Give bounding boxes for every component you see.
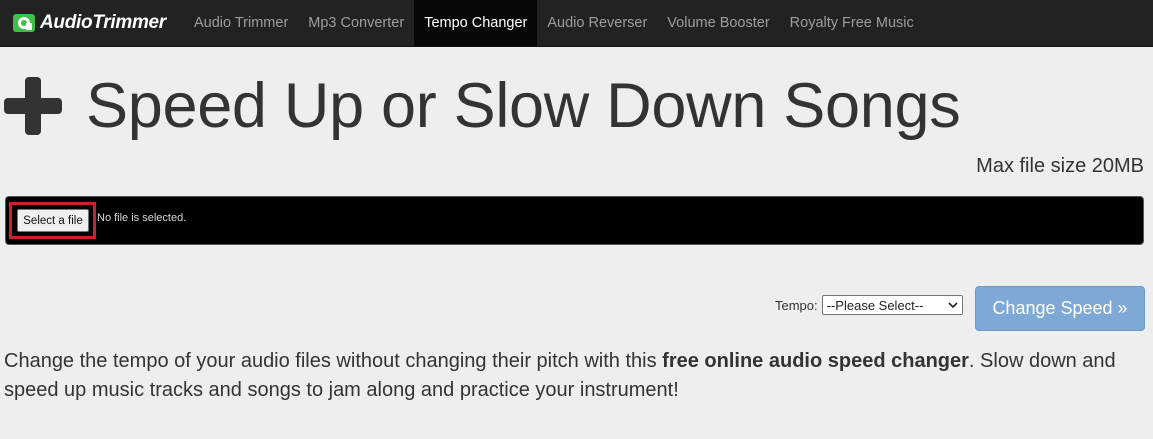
page-header: Speed Up or Slow Down Songs (4, 68, 961, 144)
nav-audio-reverser[interactable]: Audio Reverser (537, 0, 657, 46)
brand-name: AudioTrimmer (40, 12, 166, 33)
top-navbar: AudioTrimmer Audio Trimmer Mp3 Converter… (0, 0, 1153, 47)
chevron-down-icon (948, 302, 958, 309)
description-bold: free online audio speed changer (662, 350, 969, 372)
tempo-control: Tempo: --Please Select-- (775, 295, 963, 315)
tempo-label: Tempo: (775, 297, 818, 313)
nav-mp3-converter[interactable]: Mp3 Converter (298, 0, 414, 46)
file-upload-area[interactable]: Select a file No file is selected. (5, 196, 1144, 245)
change-speed-button[interactable]: Change Speed » (975, 286, 1145, 331)
description-text-1: Change the tempo of your audio files wit… (4, 350, 663, 372)
page-title: Speed Up or Slow Down Songs (86, 71, 961, 141)
file-status-text: No file is selected. (97, 212, 187, 224)
nav-volume-booster[interactable]: Volume Booster (657, 0, 779, 46)
nav-tempo-changer[interactable]: Tempo Changer (414, 0, 538, 46)
page-description: Change the tempo of your audio files wit… (4, 347, 1144, 405)
max-file-size-note: Max file size 20MB (976, 155, 1144, 177)
audio-wave-icon (12, 11, 36, 35)
brand-logo-link[interactable]: AudioTrimmer (0, 0, 184, 46)
plus-icon (4, 77, 62, 135)
tempo-select[interactable]: --Please Select-- (821, 295, 963, 315)
nav-royalty-free-music[interactable]: Royalty Free Music (780, 0, 924, 46)
nav-audio-trimmer[interactable]: Audio Trimmer (184, 0, 298, 46)
tempo-selected-value: --Please Select-- (826, 297, 924, 313)
select-file-button[interactable]: Select a file (17, 209, 89, 232)
